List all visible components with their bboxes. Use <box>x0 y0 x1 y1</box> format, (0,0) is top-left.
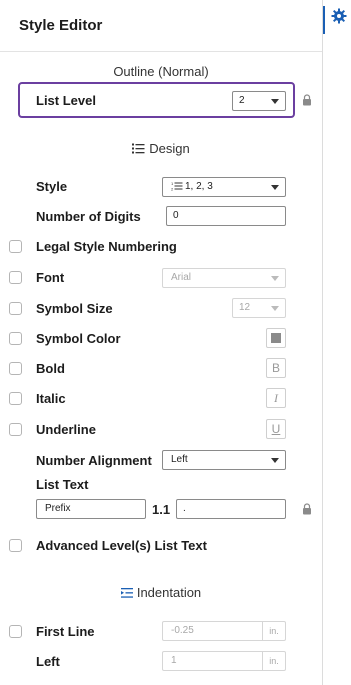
underline-checkbox[interactable] <box>9 423 22 436</box>
header-divider <box>0 51 322 52</box>
lock-icon[interactable] <box>302 94 312 106</box>
suffix-input[interactable]: . <box>176 499 286 519</box>
bold-icon: B <box>271 361 280 375</box>
active-tab-marker <box>323 6 325 34</box>
list-level-label: List Level <box>36 93 96 108</box>
chevron-down-icon <box>271 185 279 190</box>
bold-checkbox[interactable] <box>9 362 22 375</box>
chevron-down-icon <box>271 458 279 463</box>
number-alignment-select[interactable]: Left <box>162 450 286 470</box>
indent-icon <box>120 586 133 601</box>
first-line-unit: in. <box>262 622 285 640</box>
color-swatch-fill <box>271 333 281 343</box>
list-level-select[interactable]: 2 <box>232 91 286 111</box>
symbol-size-checkbox[interactable] <box>9 302 22 315</box>
left-indent-unit: in. <box>262 652 285 670</box>
underline-icon: U <box>271 422 281 436</box>
number-alignment-value: Left <box>171 454 188 465</box>
italic-icon: I <box>274 391 278 405</box>
font-checkbox[interactable] <box>9 271 22 284</box>
first-line-value: -0.25 <box>171 625 194 636</box>
font-label: Font <box>36 270 65 285</box>
panel-title: Style Editor <box>19 17 103 34</box>
underline-label: Underline <box>36 422 96 437</box>
prefix-input[interactable]: Prefix <box>36 499 146 519</box>
indentation-heading: Indentation <box>0 585 322 601</box>
font-value: Arial <box>171 272 192 283</box>
list-level-value: 2 <box>239 95 245 106</box>
left-indent-value: 1 <box>171 655 177 666</box>
side-rail <box>322 0 351 685</box>
first-line-checkbox[interactable] <box>9 625 22 638</box>
indentation-heading-text: Indentation <box>136 585 202 600</box>
list-icon <box>132 142 145 157</box>
design-heading-text: Design <box>149 141 190 156</box>
chevron-down-icon <box>271 306 279 311</box>
lock-icon[interactable] <box>302 503 312 515</box>
list-number-text: 1.1 <box>152 502 171 517</box>
symbol-color-label: Symbol Color <box>36 331 121 346</box>
bold-label: Bold <box>36 361 65 376</box>
symbol-size-label: Symbol Size <box>36 301 113 316</box>
style-editor-panel: Style Editor Outline (Normal) List Level… <box>0 0 322 685</box>
left-label: Left <box>36 654 60 669</box>
chevron-down-icon <box>271 276 279 281</box>
numbered-list-icon: 12 <box>171 181 183 192</box>
advanced-list-text-checkbox[interactable] <box>9 539 22 552</box>
number-of-digits-input[interactable]: 0 <box>166 206 286 226</box>
number-of-digits-label: Number of Digits <box>36 209 141 224</box>
legal-style-numbering-label: Legal Style Numbering <box>36 239 177 254</box>
gear-icon[interactable] <box>331 8 347 24</box>
svg-text:2: 2 <box>171 187 174 192</box>
list-text-label: List Text <box>36 477 89 492</box>
first-line-input[interactable]: -0.25 in. <box>162 621 286 641</box>
advanced-list-text-label: Advanced Level(s) List Text <box>36 538 207 553</box>
chevron-down-icon <box>271 99 279 104</box>
svg-text:1: 1 <box>171 181 174 186</box>
first-line-label: First Line <box>36 624 95 639</box>
outline-heading: Outline (Normal) <box>113 64 209 79</box>
symbol-color-checkbox[interactable] <box>9 332 22 345</box>
legal-style-numbering-checkbox[interactable] <box>9 240 22 253</box>
underline-button[interactable]: U <box>266 419 286 439</box>
italic-checkbox[interactable] <box>9 392 22 405</box>
symbol-color-picker[interactable] <box>266 328 286 348</box>
symbol-size-value: 12 <box>239 302 251 313</box>
design-heading: Design <box>0 141 322 157</box>
italic-label: Italic <box>36 391 66 406</box>
style-value: 1, 2, 3 <box>185 181 213 192</box>
symbol-size-select[interactable]: 12 <box>232 298 286 318</box>
font-select[interactable]: Arial <box>162 268 286 288</box>
style-select[interactable]: 1 2 1, 2, 3 <box>162 177 286 197</box>
style-label: Style <box>36 179 68 194</box>
italic-button[interactable]: I <box>266 388 286 408</box>
bold-button[interactable]: B <box>266 358 286 378</box>
number-alignment-label: Number Alignment <box>36 453 152 468</box>
left-indent-input[interactable]: 1 in. <box>162 651 286 671</box>
